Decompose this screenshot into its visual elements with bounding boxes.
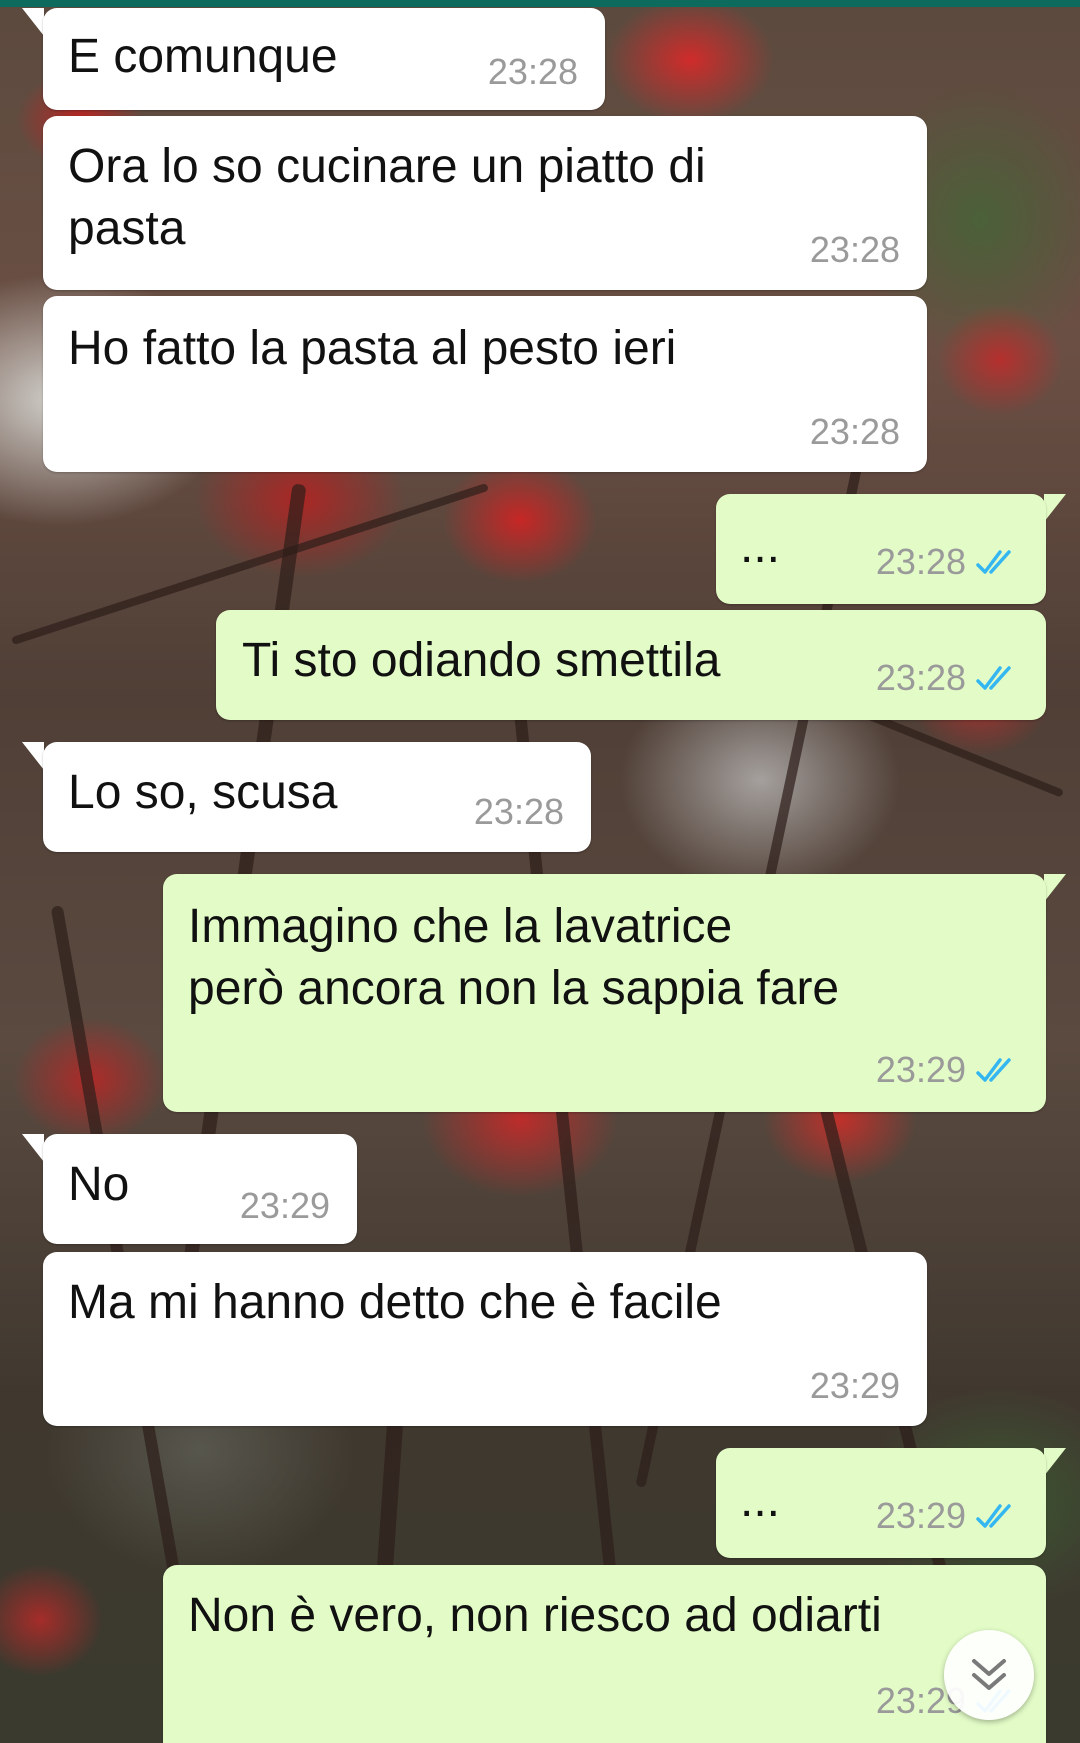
message-bubble-incoming[interactable]: Ho fatto la pasta al pesto ieri 23:28 (43, 296, 927, 472)
message-bubble-incoming[interactable]: Lo so, scusa 23:28 (43, 742, 591, 852)
message-time: 23:29 (239, 1185, 330, 1226)
outgoing-bubble-tail (1044, 1448, 1066, 1476)
message-text: E comunque (68, 30, 338, 83)
message-bubble-incoming[interactable]: No 23:29 (43, 1134, 357, 1244)
message-text: Non è vero, non riesco ad odiarti (188, 1589, 882, 1642)
message-text: Lo so, scusa (68, 766, 338, 819)
incoming-bubble-tail (22, 1134, 44, 1162)
message-bubble-outgoing[interactable]: Non è vero, non riesco ad odiarti 23:29 (163, 1565, 1046, 1743)
message-bubble-incoming[interactable]: E comunque 23:28 (43, 8, 605, 110)
message-text: Immagino che la lavatrice però ancora no… (188, 900, 840, 1015)
message-text: ... (740, 520, 781, 573)
message-time: 23:28 (487, 51, 578, 92)
message-bubble-outgoing[interactable]: ... 23:29 (716, 1448, 1046, 1558)
message-time: 23:29 (875, 1495, 966, 1536)
message-text: Ho fatto la pasta al pesto ieri (68, 322, 677, 375)
message-time: 23:29 (809, 1365, 900, 1406)
incoming-bubble-tail (22, 742, 44, 770)
message-text: Ora lo so cucinare un piatto di pasta (68, 140, 706, 255)
message-time: 23:28 (875, 657, 966, 698)
message-text: No (68, 1158, 130, 1211)
message-time: 23:28 (473, 791, 564, 832)
message-bubble-outgoing[interactable]: Immagino che la lavatrice però ancora no… (163, 874, 1046, 1112)
read-receipt-icon (976, 1058, 1011, 1082)
outgoing-bubble-tail (1044, 494, 1066, 522)
message-time: 23:28 (875, 541, 966, 582)
message-bubble-outgoing[interactable]: ... 23:28 (716, 494, 1046, 604)
message-text: Ma mi hanno detto che è facile (68, 1276, 722, 1329)
double-chevron-down-icon (972, 1659, 1006, 1690)
outgoing-bubble-tail (1044, 874, 1066, 902)
message-time: 23:28 (809, 229, 900, 270)
message-time: 23:28 (809, 411, 900, 452)
message-text: ... (740, 1474, 781, 1527)
header-bar-edge (0, 0, 1080, 7)
scroll-to-bottom-button[interactable] (944, 1630, 1034, 1720)
message-bubble-incoming[interactable]: Ora lo so cucinare un piatto di pasta 23… (43, 116, 927, 290)
read-receipt-icon (976, 550, 1011, 574)
message-bubble-outgoing[interactable]: Ti sto odiando smettila 23:28 (216, 610, 1046, 720)
message-bubble-incoming[interactable]: Ma mi hanno detto che è facile 23:29 (43, 1252, 927, 1426)
read-receipt-icon (976, 1504, 1011, 1528)
message-text: Ti sto odiando smettila (242, 634, 721, 687)
incoming-bubble-tail (22, 8, 44, 36)
message-time: 23:29 (875, 1049, 966, 1090)
read-receipt-icon (976, 666, 1011, 690)
